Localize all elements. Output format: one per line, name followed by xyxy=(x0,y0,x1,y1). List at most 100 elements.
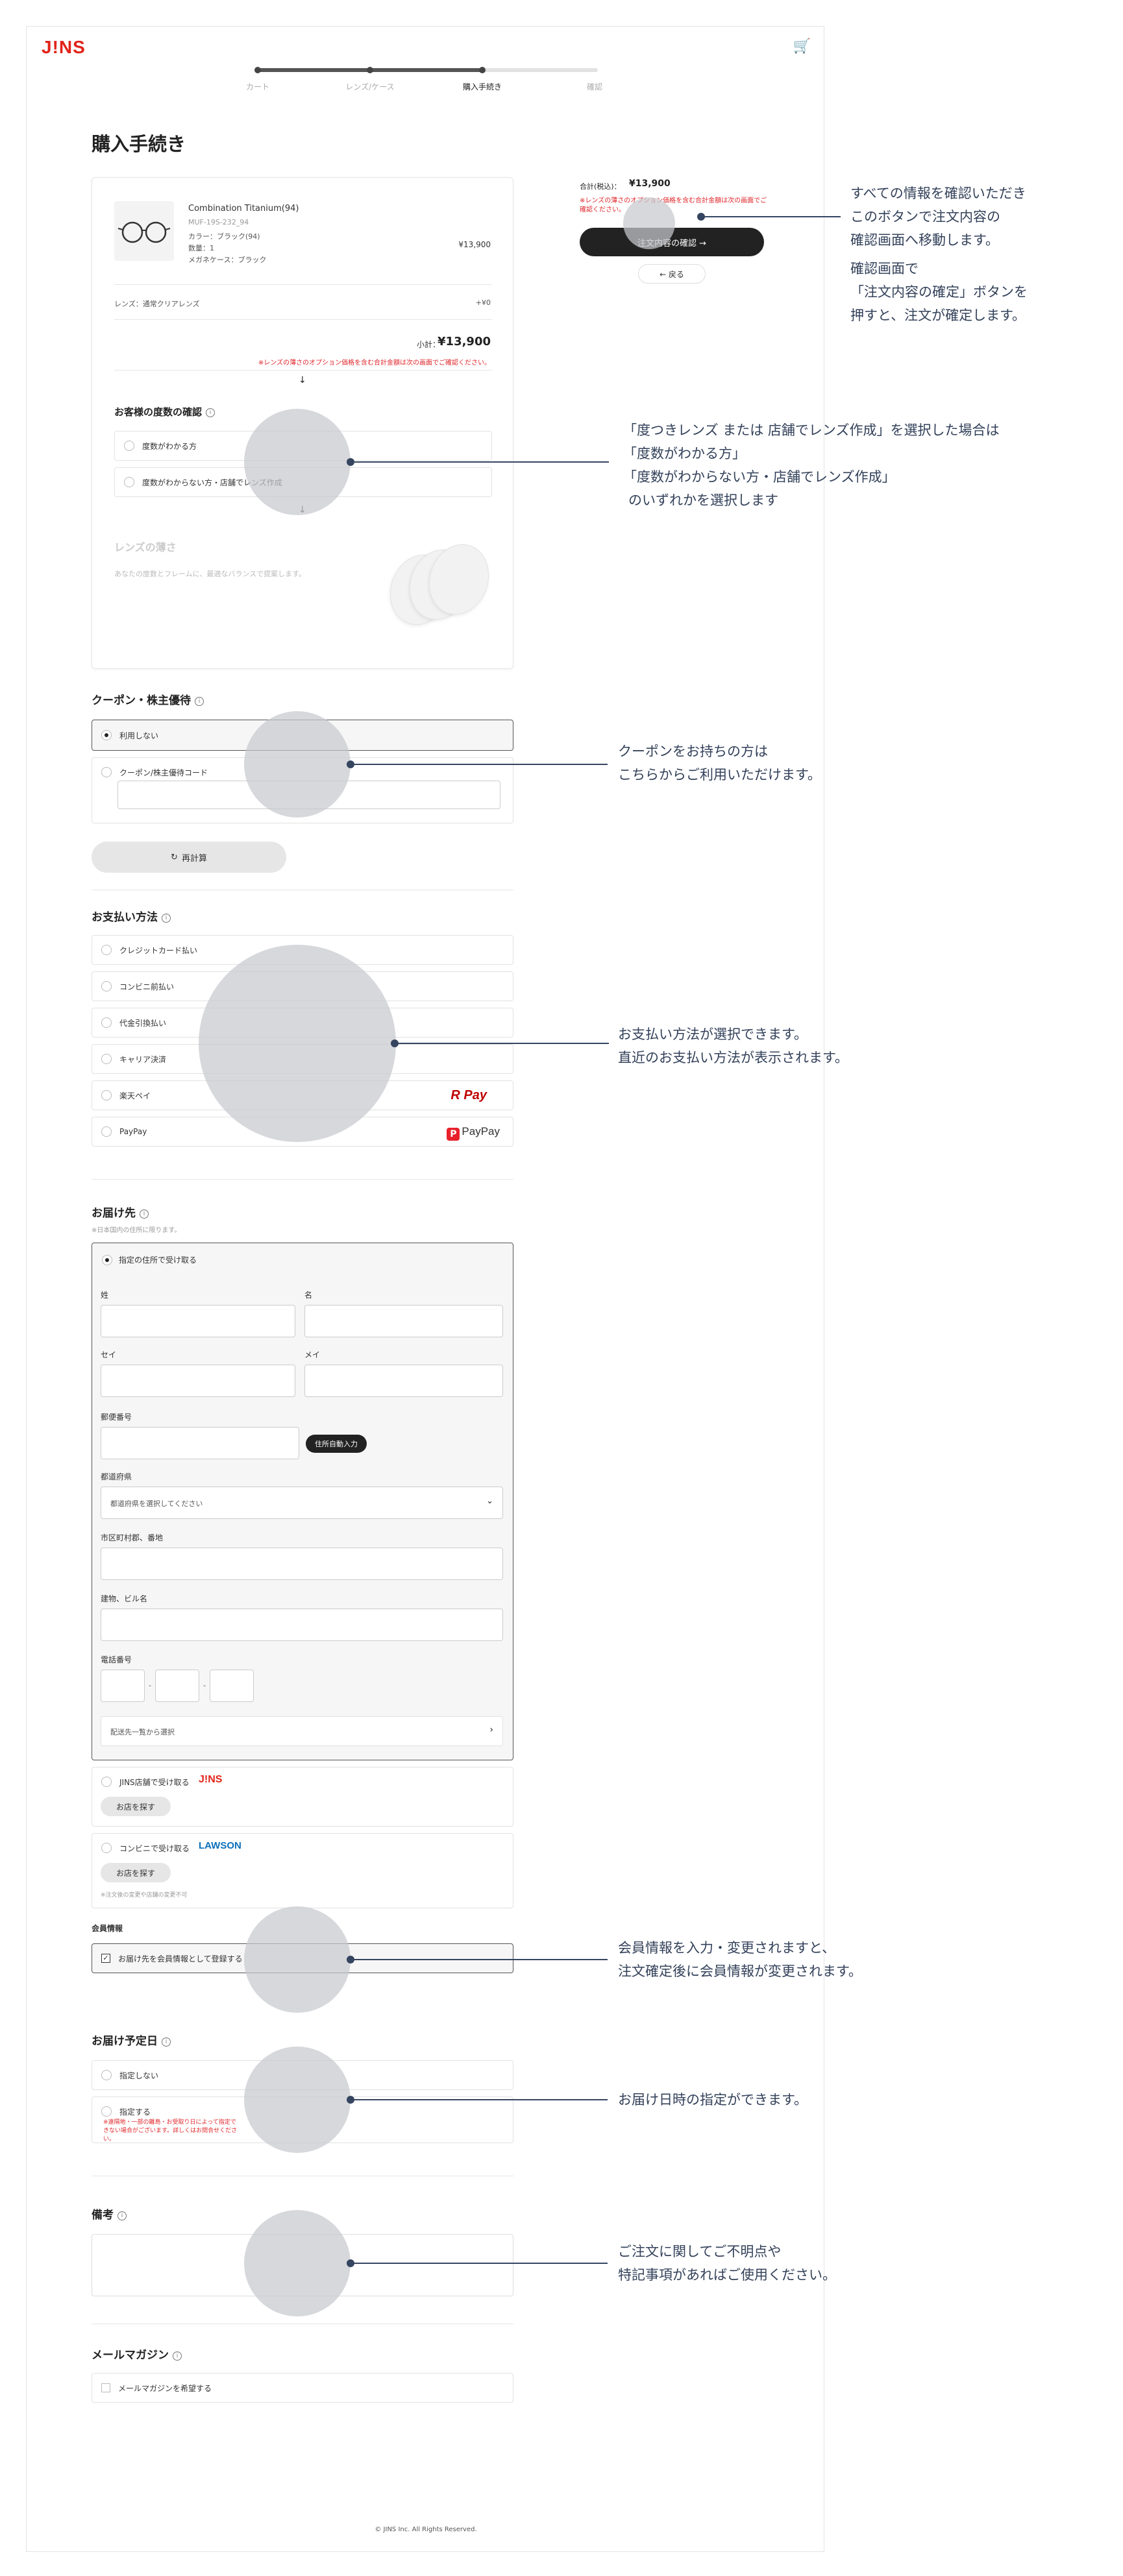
last-kana-input[interactable] xyxy=(101,1365,295,1397)
delivery-option-address[interactable]: 指定の住所で受け取る xyxy=(102,1254,197,1265)
annotation-delivery-date: お届け日時の指定ができます。 xyxy=(618,2092,808,2108)
newsletter-title: メールマガジン i xyxy=(92,2346,182,2362)
annotation-connector xyxy=(351,1959,608,1960)
first-kana-label: メイ xyxy=(304,1350,321,1359)
lens-price: +¥0 xyxy=(475,298,491,307)
option-label: 指定する xyxy=(119,2108,151,2117)
info-icon[interactable]: i xyxy=(195,697,204,706)
option-label: コンビニで受け取る xyxy=(119,1844,190,1853)
info-icon[interactable]: i xyxy=(140,1209,149,1219)
step-checkout: 購入手続き xyxy=(462,82,502,91)
lens-thickness-title: レンズの薄さ xyxy=(114,541,177,553)
info-icon[interactable]: i xyxy=(117,2211,127,2220)
radio[interactable] xyxy=(101,2070,112,2080)
annotation-connector xyxy=(351,2099,608,2100)
step-dot xyxy=(254,67,261,73)
checkbox-icon[interactable] xyxy=(101,2383,110,2392)
product-name: Combination Titanium(94) xyxy=(188,204,299,213)
cart-icon[interactable]: 🛒 xyxy=(793,38,811,55)
last-name-input[interactable] xyxy=(101,1305,295,1337)
info-icon[interactable]: i xyxy=(173,2351,182,2361)
building-label: 建物、ビル名 xyxy=(101,1594,148,1603)
radio[interactable] xyxy=(124,477,134,487)
find-store-button[interactable]: お店を探す xyxy=(101,1797,171,1816)
annotation-confirm-button: すべての情報を確認いただき このボタンで注文内容の 確認画面へ移動します。 確認画面… xyxy=(850,186,1028,323)
radio[interactable] xyxy=(101,981,112,991)
info-icon[interactable]: i xyxy=(162,2037,171,2047)
option-label: 利用しない xyxy=(119,731,159,740)
option-label: 代金引換払い xyxy=(119,1018,167,1028)
radio[interactable] xyxy=(102,1254,112,1265)
phone-separator: - xyxy=(203,1681,206,1690)
step-confirm: 確認 xyxy=(586,82,603,91)
lens-label: レンズ：通常クリアレンズ xyxy=(114,300,200,308)
highlight-circle xyxy=(623,197,675,249)
radio[interactable] xyxy=(101,1054,112,1064)
step-dot xyxy=(367,67,373,73)
radio[interactable] xyxy=(124,441,134,451)
checkbox-checked-icon[interactable]: ✓ xyxy=(101,1954,110,1963)
radio[interactable] xyxy=(101,1126,112,1137)
phone-input-2[interactable] xyxy=(155,1670,199,1702)
chevron-right-icon: › xyxy=(489,1725,493,1735)
annotation-member: 会員情報を入力・変更されますと、 注文確定後に会員情報が変更されます。 xyxy=(618,1940,862,1979)
address-list-button[interactable]: 配送先一覧から選択 › xyxy=(101,1716,503,1746)
annotation-payment: お支払い方法が選択できます。 直近のお支払い方法が表示されます。 xyxy=(618,1027,848,1065)
city-input[interactable] xyxy=(101,1548,503,1580)
phone-input-3[interactable] xyxy=(210,1670,254,1702)
lawson-logo: LAWSON xyxy=(199,1840,241,1851)
annotation-dot xyxy=(697,213,705,221)
option-label: 度数がわかる方 xyxy=(142,441,197,451)
radio[interactable] xyxy=(101,730,112,740)
convenience-note: ※注文後の変更や店舗の変更不可 xyxy=(101,1892,188,1899)
auto-address-button[interactable]: 住所自動入力 xyxy=(306,1435,367,1453)
progress-stepper xyxy=(254,67,598,73)
checkbox-label: メールマガジンを希望する xyxy=(118,2383,212,2393)
city-label: 市区町村郡、番地 xyxy=(101,1533,164,1542)
annotation-coupon: クーポンをお持ちの方は こちらからご利用いただけます。 xyxy=(618,744,821,783)
option-label: コンビニ前払い xyxy=(119,982,175,991)
radio[interactable] xyxy=(101,945,112,955)
chevron-down-icon: ⌄ xyxy=(486,1496,493,1506)
newsletter-checkbox-row[interactable]: メールマガジンを希望する xyxy=(92,2373,513,2403)
footer-copyright: © JINS Inc. All Rights Reserved. xyxy=(375,2526,477,2533)
prefecture-select[interactable]: 都道府県を選択してください ⌄ xyxy=(101,1487,503,1519)
first-name-input[interactable] xyxy=(304,1305,503,1337)
find-convenience-button[interactable]: お店を探す xyxy=(101,1863,171,1882)
info-icon[interactable]: i xyxy=(162,914,171,923)
member-title: 会員情報 xyxy=(92,1924,123,1933)
phone-input-1[interactable] xyxy=(101,1670,145,1702)
highlight-circle xyxy=(244,2210,351,2316)
product-code: MUF-19S-232_94 xyxy=(188,218,249,226)
highlight-circle xyxy=(199,945,396,1142)
option-label: JINS店舗で受け取る xyxy=(119,1778,190,1787)
radio[interactable] xyxy=(101,1090,112,1100)
last-name-label: 姓 xyxy=(101,1291,109,1300)
product-qty: 数量：1 xyxy=(188,244,214,252)
first-kana-input[interactable] xyxy=(304,1365,503,1397)
annotation-connector xyxy=(701,216,841,217)
radio[interactable] xyxy=(101,1017,112,1028)
total-label: 合計(税込)： xyxy=(580,182,621,191)
zip-input[interactable] xyxy=(101,1427,299,1459)
subtotal-value: ¥13,900 xyxy=(438,335,491,348)
delivery-date-note: ※遠隔地・一部の離島・お受取り日によって指定できない場合がございます。詳しくはお… xyxy=(103,2119,238,2143)
jins-logo[interactable]: J!NS xyxy=(42,37,86,58)
annotation-dot xyxy=(347,2096,354,2104)
step-lens-case: レンズ/ケース xyxy=(345,82,395,91)
recalc-button[interactable]: ↻ 再計算 xyxy=(92,842,286,873)
info-icon[interactable]: i xyxy=(206,408,216,417)
annotation-dot xyxy=(347,458,354,466)
last-kana-label: セイ xyxy=(101,1350,117,1359)
recalc-label: 再計算 xyxy=(181,853,207,864)
radio[interactable] xyxy=(101,2106,112,2117)
building-input[interactable] xyxy=(101,1609,503,1641)
radio[interactable] xyxy=(101,1777,112,1787)
annotation-dot xyxy=(391,1039,399,1047)
jins-logo: J!NS xyxy=(199,1774,223,1785)
back-button[interactable]: ← 戻る xyxy=(638,264,706,284)
product-color: カラー：ブラック(94) xyxy=(188,232,260,241)
radio[interactable] xyxy=(101,1843,112,1853)
radio[interactable] xyxy=(101,767,112,777)
total-value: ¥13,900 xyxy=(629,178,671,189)
